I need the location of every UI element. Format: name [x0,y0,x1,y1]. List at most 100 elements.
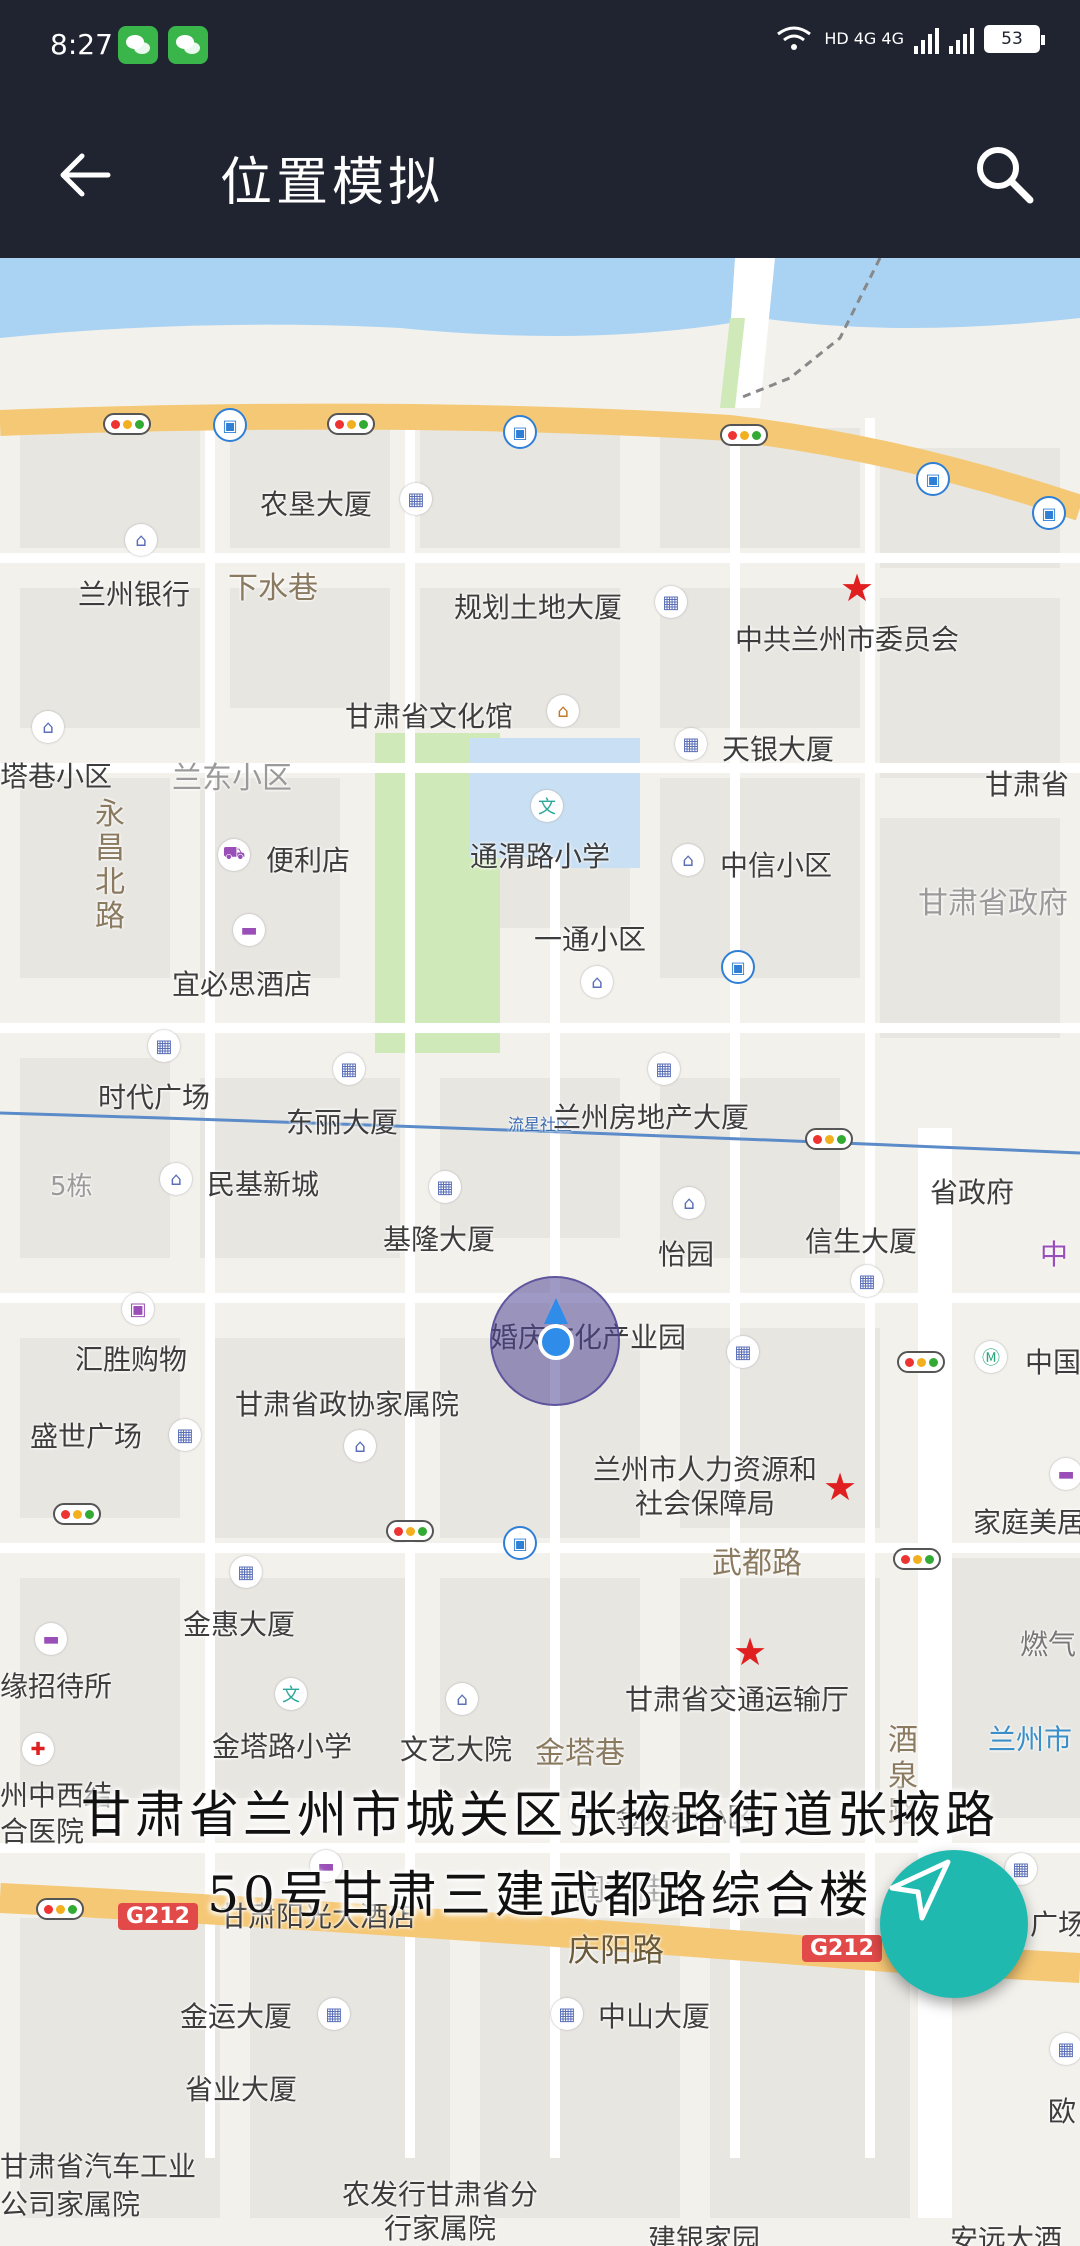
current-location-marker[interactable] [538,1324,574,1360]
back-arrow-icon[interactable] [50,140,120,210]
poi-label[interactable]: 甘肃省交通运输厅 [625,1678,849,1718]
area-label: 兰东小区 [172,761,292,796]
status-time: 8:27 [50,28,113,61]
poi-label[interactable]: 基隆大厦 [383,1218,495,1258]
poi-label[interactable]: 时代广场 [98,1076,210,1116]
bus-stop-icon: ▣ [213,408,247,442]
page-title: 位置模拟 [220,153,445,213]
search-icon[interactable] [970,140,1040,210]
building-icon: ▦ [400,483,432,515]
address-line-1: 甘肃省兰州市城关区张掖路街道张掖路 [81,1786,999,1844]
home-icon: ⌂ [344,1430,376,1462]
network-type: HD 4G 4G [824,29,904,48]
area-label: 甘肃省政府 [918,886,1068,921]
building-icon: ▦ [333,1053,365,1085]
bus-stop-icon: ▣ [503,415,537,449]
bus-stop-icon: ▣ [1032,496,1066,530]
poi-label[interactable]: 金塔路小学 [212,1725,352,1765]
poi-label[interactable]: 兰州市 [988,1718,1072,1758]
poi-label[interactable]: 农垦大厦 [260,483,372,523]
poi-label[interactable]: 盛世广场 [30,1415,142,1455]
building-icon: ▦ [318,1998,350,2030]
bus-stop-icon: ▣ [721,950,755,984]
poi-label[interactable]: 金惠大厦 [183,1603,295,1643]
poi-label[interactable]: 东丽大厦 [286,1101,398,1141]
poi-label[interactable]: 甘肃省文化馆 [345,695,513,735]
poi-label[interactable]: 中共兰州市委员会 [735,618,959,658]
signal-icon [914,24,939,54]
traffic-light-icon [53,1503,101,1525]
poi-label[interactable]: 燃气 [1020,1623,1076,1663]
shop-icon: ⛟ [218,839,250,871]
poi-label[interactable]: 民基新城 [207,1163,319,1203]
government-star-icon: ★ [733,1630,768,1674]
home-icon: ⌂ [160,1163,192,1195]
traffic-light-icon [103,413,151,435]
home-icon: ⌂ [673,1187,705,1219]
poi-label[interactable]: 安远大酒 [950,2218,1062,2246]
traffic-light-icon [720,424,768,446]
school-icon: 文 [531,790,563,822]
poi-label[interactable]: 甘肃省 [985,763,1069,803]
poi-label[interactable]: 兰州银行 [78,573,190,613]
poi-label[interactable]: 建银家园 [648,2218,760,2246]
poi-label[interactable]: 天银大厦 [722,728,834,768]
road-label: 下水巷 [228,571,318,606]
poi-label[interactable]: 汇胜购物 [75,1338,187,1378]
bus-stop-icon: ▣ [503,1526,537,1560]
poi-label[interactable]: 中山大厦 [598,1995,710,2035]
poi-label[interactable]: 兰州房地产大厦 [553,1096,749,1136]
poi-label[interactable]: 规划土地大厦 [454,586,622,626]
government-star-icon: ★ [840,566,875,610]
traffic-light-icon [386,1520,434,1542]
poi-label[interactable]: 中 [1040,1233,1068,1273]
poi-label[interactable]: 欧 [1048,2090,1076,2130]
poi-label[interactable]: 缘招待所 [0,1665,112,1705]
poi-label[interactable]: 甘肃省汽车工业公司家属院 [0,2148,200,2224]
road-label: 武都路 [712,1546,802,1581]
poi-label[interactable]: 甘肃省政协家属院 [235,1383,459,1423]
home-icon: ⌂ [672,844,704,876]
poi-label[interactable]: 通渭路小学 [470,835,610,875]
poi-label[interactable]: 农发行甘肃省分行家属院 [340,2178,540,2246]
hotel-icon: ▬ [233,914,265,946]
heading-arrow-icon [544,1298,568,1324]
poi-label[interactable]: 宜必思酒店 [172,963,312,1003]
building-icon: ▦ [169,1419,201,1451]
home-icon: ⌂ [32,711,64,743]
poi-label[interactable]: 中信小区 [720,844,832,884]
shop-icon: ▣ [122,1293,154,1325]
building-icon: ▦ [851,1265,883,1297]
traffic-light-icon [327,413,375,435]
poi-label[interactable]: 省业大厦 [185,2068,297,2108]
metro-icon: Ⓜ [975,1341,1007,1373]
home-icon: ⌂ [125,524,157,556]
traffic-light-icon [805,1128,853,1150]
traffic-light-icon [893,1548,941,1570]
building-icon: ▦ [230,1556,262,1588]
wechat-notification-icon [118,26,158,64]
address-line-2: 50号甘肃三建武都路综合楼 [207,1866,873,1924]
wechat-notification-icon [168,26,208,64]
poi-label[interactable]: 文艺大院 [400,1728,512,1768]
building-icon: ▦ [675,728,707,760]
poi-label[interactable]: 怡园 [658,1233,714,1273]
map-view[interactable]: ▣ ▣ ▣ ▣ ▣ ▣ G212 G212 ▦ ⌂ ▦ ★ ⌂ ▦ ⌂ ⛟ 文 … [0,258,1080,2246]
building-icon: ▦ [655,586,687,618]
highway-shield: G212 [802,1935,882,1962]
building-icon: ▦ [648,1053,680,1085]
government-star-icon: ★ [823,1465,858,1509]
poi-label[interactable]: 家庭美居 [973,1501,1080,1541]
poi-label[interactable]: 一通小区 [534,918,646,958]
poi-label[interactable]: 便利店 [266,839,350,879]
hotel-icon: ▬ [35,1623,67,1655]
poi-label[interactable]: 金运大厦 [180,1995,292,2035]
building-icon: ▦ [727,1336,759,1368]
poi-label[interactable]: 信生大厦 [805,1220,917,1260]
poi-label[interactable]: 省政府 [930,1171,1014,1211]
poi-label[interactable]: 塔巷小区 [0,755,112,795]
poi-label[interactable]: 中国 [1025,1341,1080,1381]
poi-label[interactable]: 兰州市人力资源和社会保障局 [590,1453,820,1521]
building-icon: ▦ [1050,2033,1080,2065]
signal-icon [949,24,974,54]
